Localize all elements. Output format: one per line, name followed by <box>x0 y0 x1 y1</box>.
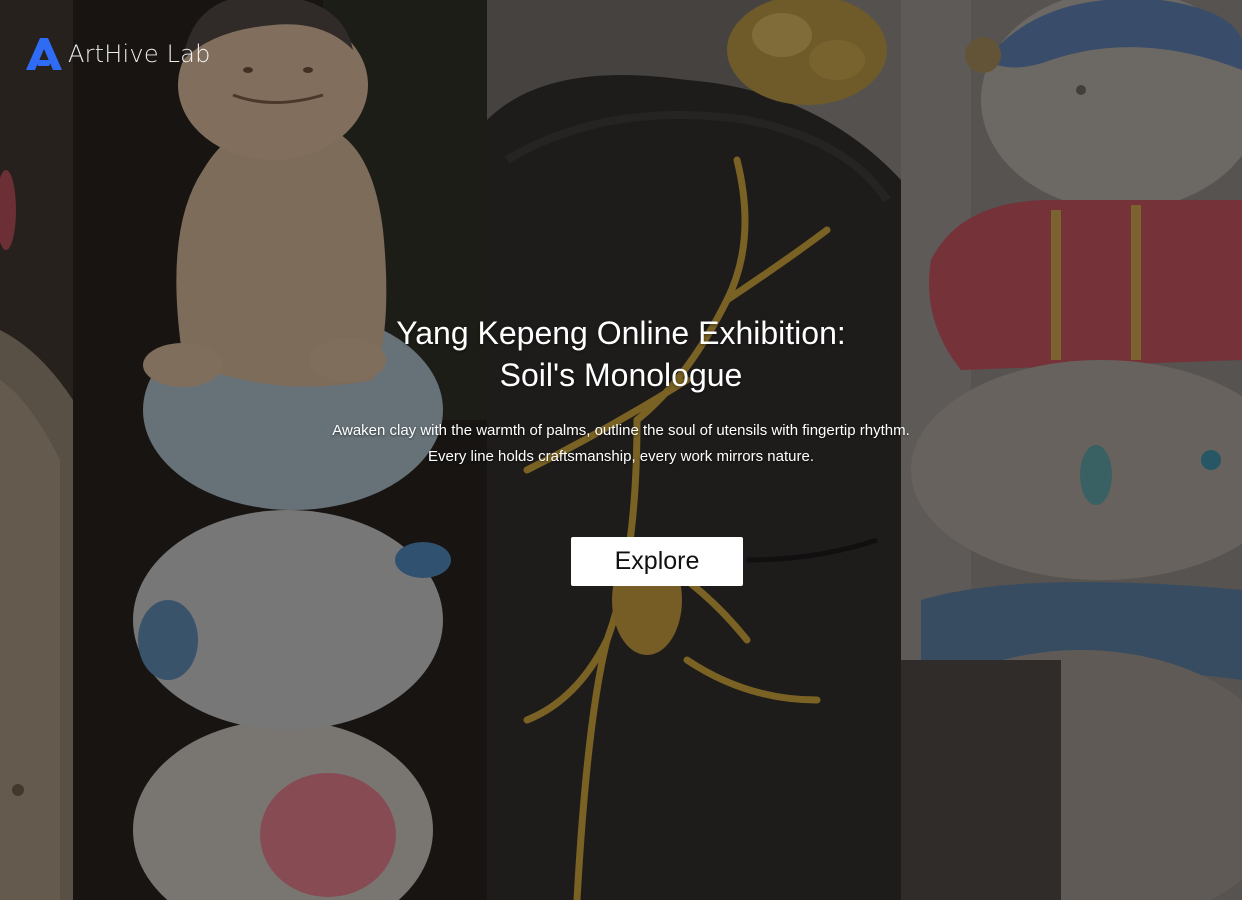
hero-content: Yang Kepeng Online Exhibition: Soil's Mo… <box>0 312 1242 470</box>
explore-button[interactable]: Explore <box>571 537 743 586</box>
hero-description-line-2: Every line holds craftsmanship, every wo… <box>428 448 814 465</box>
hero-section: ArtHive Lab Yang Kepeng Online Exhibitio… <box>0 0 1242 900</box>
hero-title-line-1: Yang Kepeng Online Exhibition: <box>396 315 846 351</box>
brand-name: ArtHive Lab <box>68 40 211 68</box>
hero-description-line-1: Awaken clay with the warmth of palms, ou… <box>332 422 910 439</box>
hero-title-line-2: Soil's Monologue <box>499 357 743 393</box>
stylized-a-logo-icon <box>26 38 62 70</box>
hero-description: Awaken clay with the warmth of palms, ou… <box>0 418 1242 470</box>
hero-title: Yang Kepeng Online Exhibition: Soil's Mo… <box>0 312 1242 396</box>
brand-logo[interactable]: ArtHive Lab <box>26 38 211 70</box>
